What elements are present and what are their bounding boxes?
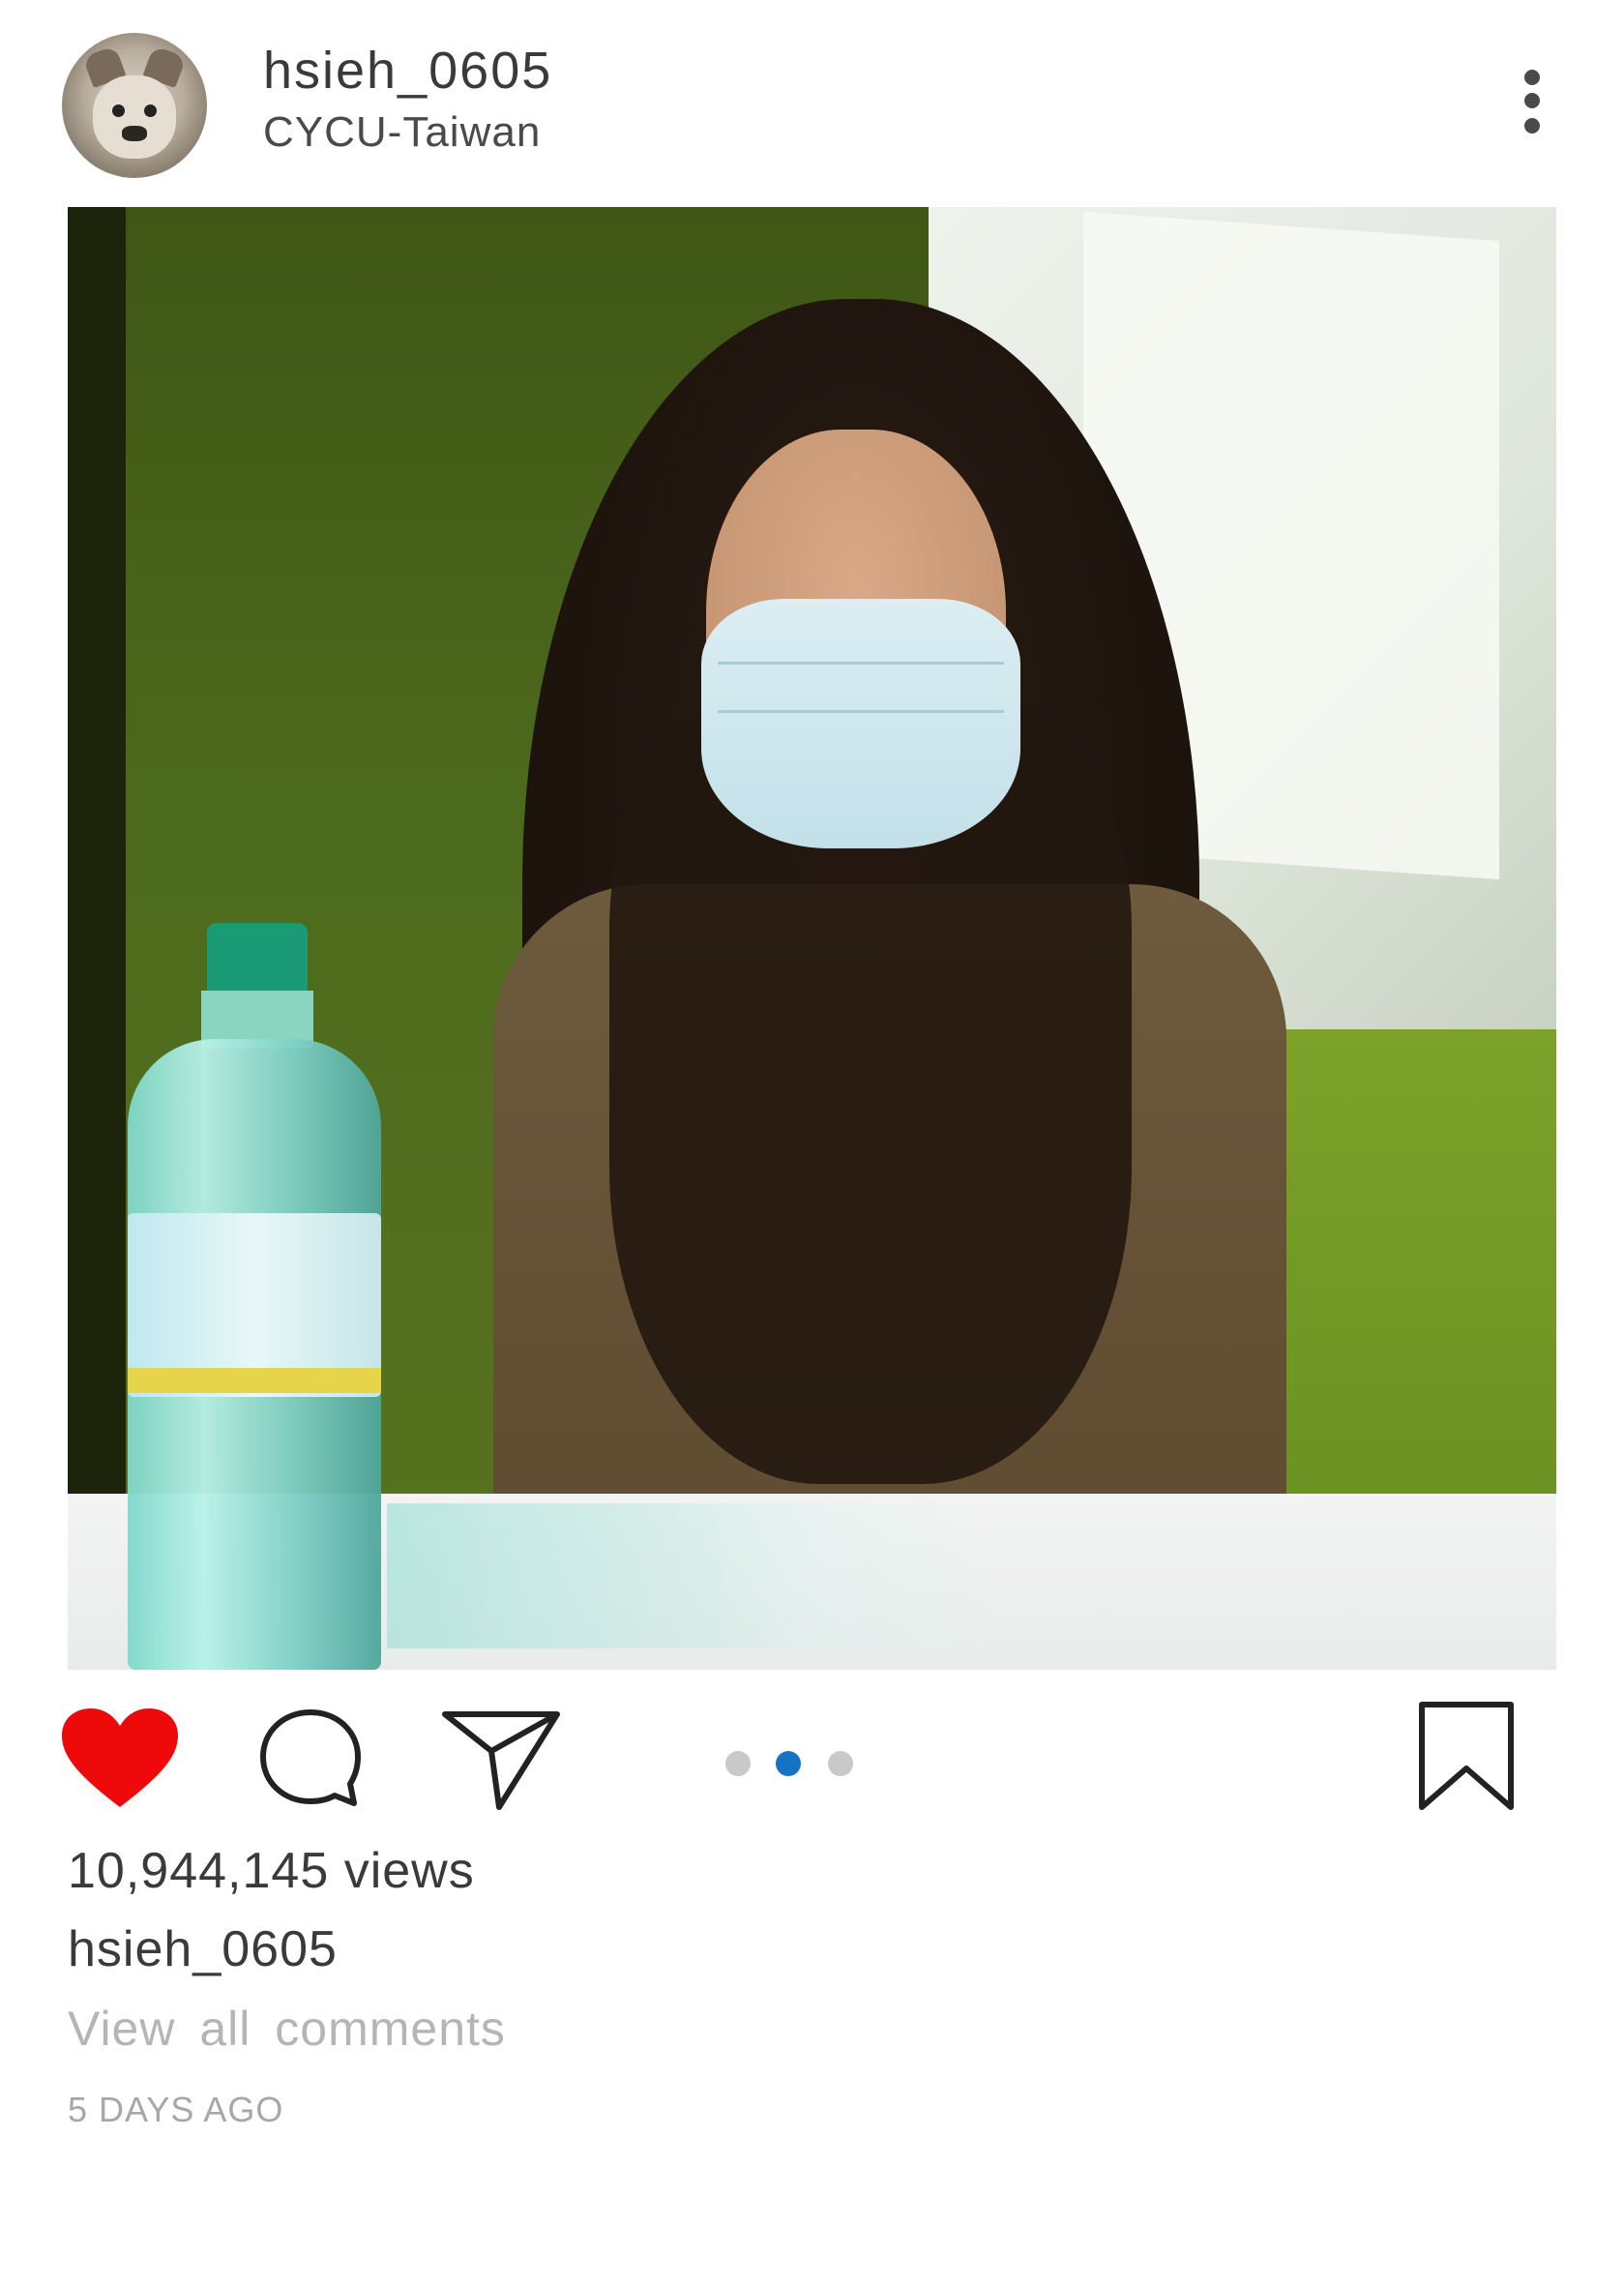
post-photo[interactable] (68, 207, 1556, 1670)
view-all-comments-link[interactable]: View all comments (68, 2001, 506, 2057)
username[interactable]: hsieh_0605 (263, 41, 552, 101)
send-icon[interactable] (441, 1707, 563, 1813)
carousel-indicator[interactable] (725, 1751, 861, 1780)
carousel-dot[interactable] (828, 1751, 853, 1776)
action-bar (0, 1693, 1624, 1819)
caption-username[interactable]: hsieh_0605 (68, 1920, 338, 1978)
more-dot (1524, 118, 1540, 134)
carousel-dot[interactable] (725, 1751, 751, 1776)
bottle-label-band (128, 1368, 381, 1393)
view-count[interactable]: 10,944,145 views (68, 1842, 475, 1900)
carousel-dot-active[interactable] (776, 1751, 801, 1776)
photo-mask-fold (718, 662, 1004, 665)
bottle-cap (207, 923, 308, 993)
avatar-eye-left (112, 104, 125, 117)
location[interactable]: CYCU-Taiwan (263, 108, 541, 157)
avatar-face (93, 75, 176, 159)
photo-light-refraction (387, 1503, 987, 1648)
photo-face-mask (701, 599, 1020, 848)
photo-water-bottle (128, 923, 381, 1670)
post-timestamp: 5 DAYS AGO (68, 2090, 284, 2129)
avatar-eye-right (144, 104, 157, 117)
bookmark-icon[interactable] (1416, 1699, 1517, 1815)
photo-mask-fold (718, 710, 1004, 713)
post-header: hsieh_0605 CYCU-Taiwan (0, 0, 1624, 193)
avatar-nose (122, 126, 147, 141)
more-dot (1524, 70, 1540, 85)
more-dot (1524, 93, 1540, 108)
avatar[interactable] (62, 33, 207, 178)
more-options-icon[interactable] (1515, 66, 1553, 143)
comment-icon[interactable] (257, 1707, 364, 1813)
heart-icon[interactable] (60, 1707, 180, 1813)
photo-shadow (68, 207, 126, 1523)
